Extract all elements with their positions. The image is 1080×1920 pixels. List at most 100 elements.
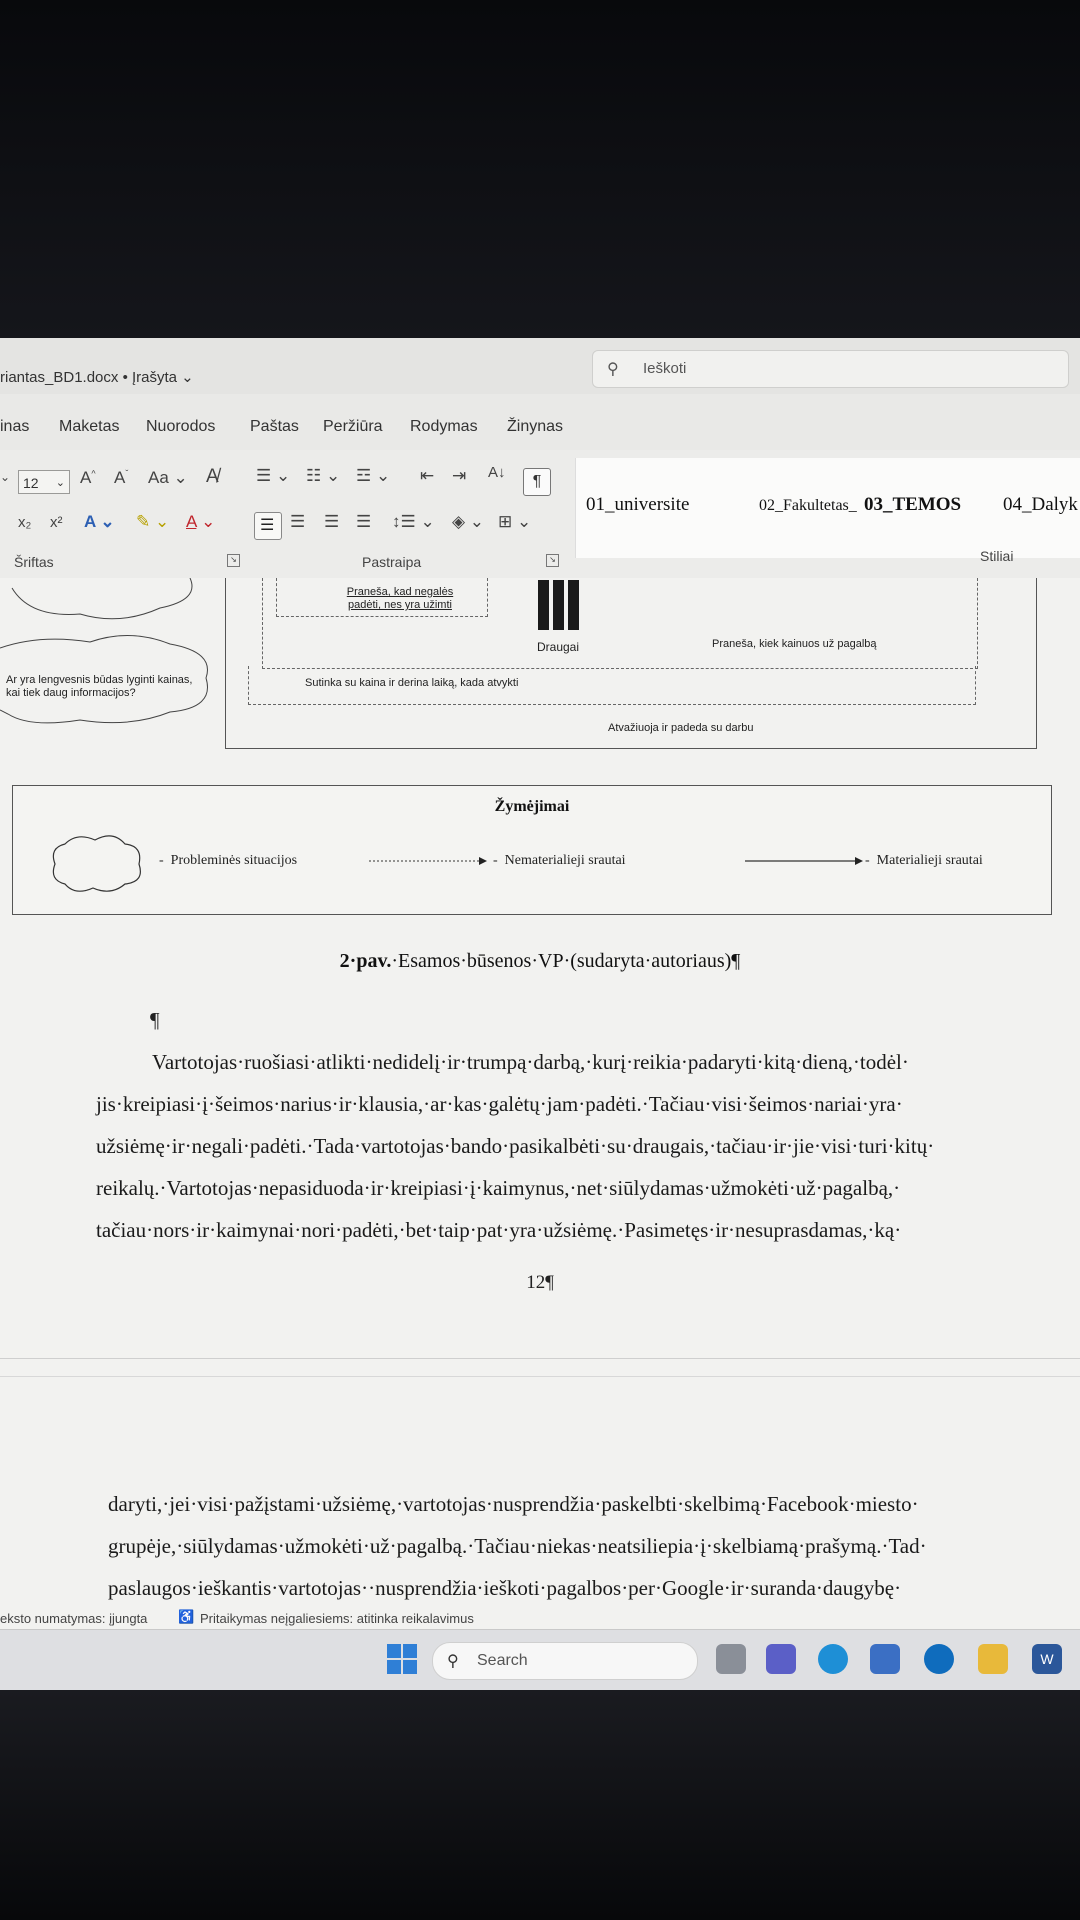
clear-formatting-icon[interactable]: A̸: [206, 466, 219, 488]
caption-text: ·Esamos·būsenos·VP·(sudaryta·autoriaus)¶: [391, 950, 741, 972]
diagram-price-note: Praneša, kiek kainuos už pagalbą: [712, 638, 877, 650]
diagram-busy-label: Praneša, kad negalės padėti, nes yra uži…: [346, 586, 454, 611]
diagram-friends-label: Draugai: [537, 640, 580, 654]
tab-help[interactable]: Žinynas: [507, 418, 563, 436]
diagram-agree-text: Sutinka su kaina ir derina laiką, kada a…: [305, 677, 519, 689]
accessibility-status[interactable]: Pritaikymas neįgaliesiems: atitinka reik…: [200, 1611, 474, 1626]
font-name-dropdown-arrow[interactable]: ⌄: [0, 470, 10, 484]
superscript-icon[interactable]: x²: [50, 514, 63, 531]
document-page: Ar yra lengvesnis būdas lyginti kainas, …: [0, 578, 1080, 1690]
body-line[interactable]: daryti,·jei·visi·pažįstami·užsiėmę,·vart…: [108, 1492, 919, 1517]
align-left-button[interactable]: ☰: [254, 512, 282, 540]
start-icon[interactable]: [387, 1644, 417, 1674]
numbering-icon[interactable]: ☷ ⌄: [306, 466, 340, 486]
line-spacing-icon[interactable]: ↕☰ ⌄: [392, 512, 435, 532]
body-line[interactable]: jis·kreipiasi·į·šeimos·narius·ir·klausia…: [96, 1092, 903, 1117]
style-universite[interactable]: 01_universite: [586, 494, 689, 516]
tab-review[interactable]: Peržiūra: [323, 418, 383, 436]
tab-design[interactable]: inas: [0, 418, 29, 436]
borders-icon[interactable]: ⊞ ⌄: [498, 512, 531, 532]
people-icon: [538, 580, 579, 630]
legend-intangible-label: - Nematerialieji srautai: [493, 853, 626, 868]
tab-layout[interactable]: Maketas: [59, 418, 119, 436]
store-icon[interactable]: [870, 1644, 900, 1674]
search-input[interactable]: ⚲ Ieškoti: [592, 350, 1069, 388]
diagram-arrives-text: Atvažiuoja ir padeda su darbu: [608, 722, 754, 734]
styles-gallery: 01_universite 02_Fakultetas_ 03_TEMOS 04…: [575, 458, 1080, 558]
font-size-select[interactable]: 12 ⌄: [18, 470, 70, 494]
group-label-styles: Stiliai: [980, 548, 1014, 564]
cloud-shape-top: [11, 578, 193, 620]
align-right-icon[interactable]: ☰: [324, 512, 339, 532]
legend-box: Žymėjimai - Probleminės situacijos - Nem…: [12, 785, 1052, 915]
teams-icon[interactable]: [766, 1644, 796, 1674]
group-label-font: Šriftas: [14, 554, 54, 570]
font-dialog-launcher-icon[interactable]: ↘: [227, 554, 240, 567]
caption-number: 2·pav.: [339, 950, 392, 972]
legend-intangible-text: Nematerialieji srautai: [504, 853, 626, 868]
sort-icon[interactable]: A↓: [488, 464, 506, 481]
show-formatting-button[interactable]: ¶: [523, 468, 551, 496]
decrease-indent-icon[interactable]: ⇤: [420, 466, 434, 486]
paragraph-dialog-launcher-icon[interactable]: ↘: [546, 554, 559, 567]
accessibility-icon: ♿: [178, 1609, 195, 1624]
diagram-clouds: [0, 578, 208, 724]
font-size-value: 12: [23, 475, 39, 491]
style-fakultetas[interactable]: 02_Fakultetas_: [759, 497, 857, 515]
align-center-icon[interactable]: ☰: [290, 512, 305, 532]
taskbar: ⚲ Search W: [0, 1629, 1080, 1690]
legend-title: Žymėjimai: [494, 798, 570, 815]
shrink-font-icon[interactable]: Aˇ: [114, 468, 128, 488]
figure-caption[interactable]: 2·pav.·Esamos·būsenos·VP·(sudaryta·autor…: [0, 950, 1080, 973]
style-temos[interactable]: 03_TEMOS: [864, 494, 961, 516]
justify-icon[interactable]: ☰: [356, 512, 371, 532]
search-icon: ⚲: [607, 361, 619, 378]
screen-bezel-top: [0, 0, 1080, 338]
legend-problem-text: Probleminės situacijos: [170, 853, 298, 868]
text-effects-icon[interactable]: A ⌄: [84, 512, 115, 532]
edge-icon[interactable]: [818, 1644, 848, 1674]
body-line[interactable]: užsiėmę·ir·negali·padėti.·Tada·vartotoja…: [96, 1134, 934, 1159]
cloud-question-text: Ar yra lengvesnis būdas lyginti kainas, …: [6, 674, 193, 699]
word-icon[interactable]: W: [1032, 1644, 1062, 1674]
subscript-icon[interactable]: x₂: [18, 514, 31, 531]
tab-view[interactable]: Rodymas: [410, 418, 478, 436]
group-label-paragraph: Pastraipa: [362, 554, 422, 570]
body-line[interactable]: paslaugos·ieškantis·vartotojas··nusprend…: [108, 1576, 901, 1601]
task-view-icon[interactable]: [716, 1644, 746, 1674]
outlook-icon[interactable]: [924, 1644, 954, 1674]
page-break-line-2: [0, 1376, 1080, 1377]
taskbar-search-icon: ⚲: [447, 1653, 459, 1670]
word-window: riantas_BD1.docx • Įrašyta ⌄ ⚲ Ieškoti i…: [0, 338, 1080, 1690]
legend-material-text: Materialieji srautai: [876, 853, 983, 868]
style-dalyk[interactable]: 04_Dalyk: [1003, 494, 1078, 516]
text-prediction-status[interactable]: eksto numatymas: įjungta: [0, 1611, 147, 1626]
shading-icon[interactable]: ◈ ⌄: [452, 512, 484, 532]
body-line[interactable]: reikalų.·Vartotojas·nepasiduoda·ir·kreip…: [96, 1176, 900, 1201]
file-explorer-icon[interactable]: [978, 1644, 1008, 1674]
font-color-icon[interactable]: A ⌄: [186, 512, 215, 532]
bullets-icon[interactable]: ☰ ⌄: [256, 466, 290, 486]
grow-font-icon[interactable]: A^: [80, 468, 96, 488]
body-line[interactable]: Vartotojas·ruošiasi·atlikti·nedidelį·ir·…: [152, 1050, 909, 1075]
increase-indent-icon[interactable]: ⇥: [452, 466, 466, 486]
status-bar: eksto numatymas: įjungta ♿ Pritaikymas n…: [0, 1607, 1080, 1629]
menu-bar: inas Maketas Nuorodos Paštas Peržiūra Ro…: [0, 418, 1080, 448]
multilevel-list-icon[interactable]: ☲ ⌄: [356, 466, 390, 486]
highlight-icon[interactable]: ✎ ⌄: [136, 512, 169, 532]
legend-dotted-arrow-icon: [369, 857, 487, 865]
ribbon: ⌄ 12 ⌄ A^ Aˇ Aa ⌄ A̸ ☰ ⌄ ☷ ⌄ ☲ ⌄ ⇤ ⇥ A↓ ¶…: [0, 450, 1080, 579]
change-case-icon[interactable]: Aa ⌄: [148, 468, 188, 488]
body-line[interactable]: tačiau·nors·ir·kaimynai·nori·padėti,·bet…: [96, 1218, 901, 1243]
body-line[interactable]: grupėje,·siūlydamas·užmokėti·už·pagalbą.…: [108, 1534, 927, 1559]
tab-references[interactable]: Nuorodos: [146, 418, 215, 436]
search-placeholder: Ieškoti: [643, 360, 687, 377]
title-bar: riantas_BD1.docx • Įrašyta ⌄ ⚲ Ieškoti: [0, 338, 1080, 394]
tab-mailings[interactable]: Paštas: [250, 418, 299, 436]
document-title[interactable]: riantas_BD1.docx • Įrašyta ⌄: [0, 368, 194, 386]
taskbar-search-label: Search: [477, 1652, 528, 1669]
page-number: 12¶: [526, 1272, 554, 1293]
diagram-busy-text: Praneša, kad negalės padėti, nes yra uži…: [342, 586, 458, 612]
taskbar-search[interactable]: ⚲ Search: [432, 1642, 698, 1680]
empty-paragraph-mark[interactable]: ¶: [150, 1008, 160, 1033]
